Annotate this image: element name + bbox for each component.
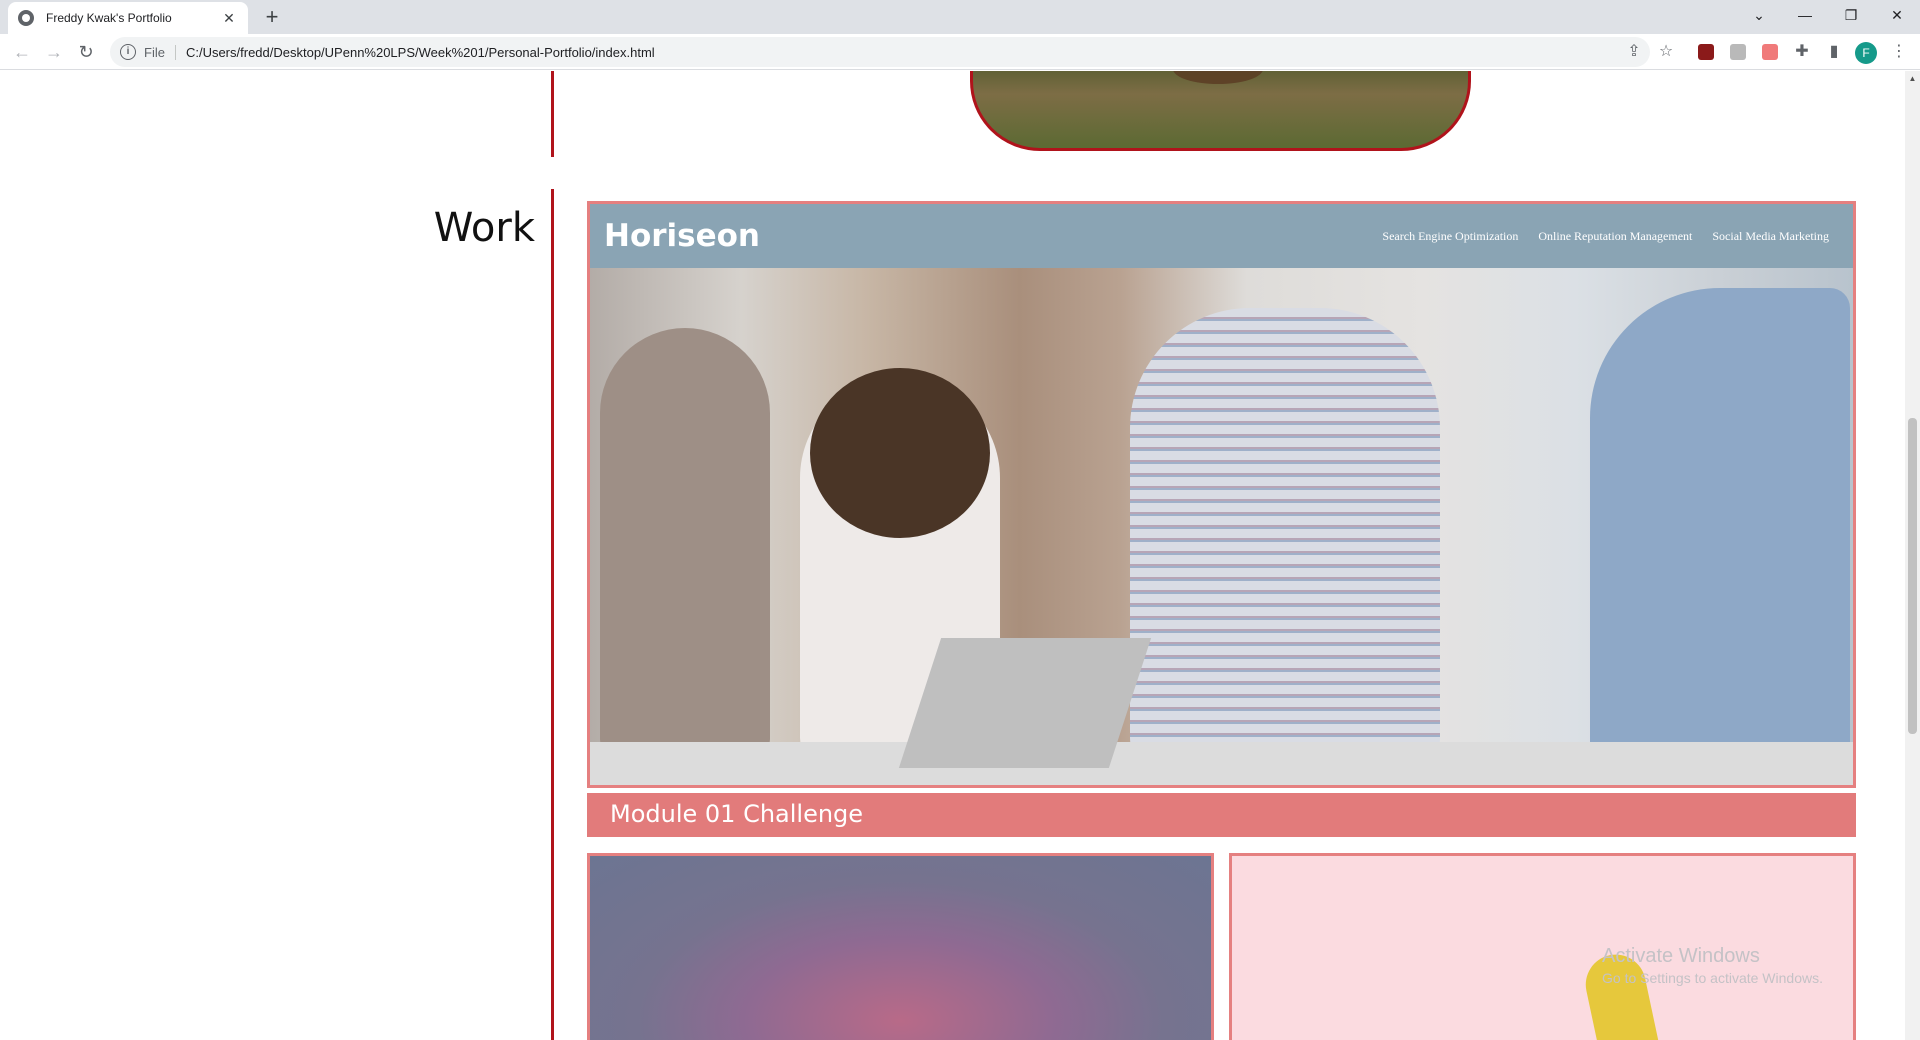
horiseon-hero-image [590, 268, 1853, 785]
scrollbar-thumb[interactable] [1908, 418, 1917, 734]
forward-icon[interactable]: → [40, 38, 68, 66]
profile-avatar[interactable]: F [1855, 42, 1877, 64]
minimize-button[interactable]: — [1782, 0, 1828, 30]
horiseon-logo: Horiseon [604, 218, 760, 254]
horiseon-nav-item: Search Engine Optimization [1382, 229, 1519, 243]
project-caption-text: Module 01 Challenge [610, 800, 864, 828]
menu-icon[interactable]: ⋮ [1885, 38, 1913, 66]
activate-title: Activate Windows [1602, 945, 1760, 967]
work-heading: Work [433, 205, 535, 251]
globe-icon [18, 10, 34, 26]
back-icon[interactable]: ← [8, 38, 36, 66]
browser-toolbar: ← → ↻ i File C:/Users/fredd/Desktop/UPen… [0, 34, 1920, 70]
reload-icon[interactable]: ↻ [72, 38, 100, 66]
activate-windows-watermark: Activate Windows Go to Settings to activ… [1602, 945, 1823, 986]
ublock-extension-icon[interactable] [1698, 44, 1714, 60]
tab-bar: Freddy Kwak's Portfolio ✕ + ⌄ — ❐ ✕ [0, 0, 1920, 34]
section-divider [551, 189, 554, 1040]
horiseon-nav-item: Social Media Marketing [1712, 229, 1829, 243]
close-tab-icon[interactable]: ✕ [220, 10, 238, 27]
activate-subtitle: Go to Settings to activate Windows. [1602, 970, 1823, 986]
horiseon-header: Horiseon Search Engine Optimization Onli… [590, 204, 1853, 268]
horiseon-nav-item: Online Reputation Management [1538, 229, 1693, 243]
tab-title: Freddy Kwak's Portfolio [46, 11, 172, 25]
project-card-sky[interactable] [587, 853, 1214, 1040]
scheme-label: File [144, 44, 176, 60]
info-icon[interactable]: i [120, 44, 136, 60]
tab-search-button[interactable]: ⌄ [1736, 0, 1782, 30]
share-icon[interactable]: ⇪ [1620, 38, 1648, 66]
url-text[interactable]: C:/Users/fredd/Desktop/UPenn%20LPS/Week%… [186, 45, 655, 60]
section-divider [551, 71, 554, 157]
about-photo [970, 71, 1471, 151]
puzzle-icon[interactable]: ✚ [1788, 38, 1816, 66]
project-caption[interactable]: Module 01 Challenge [587, 793, 1856, 837]
project-card-horiseon[interactable]: Horiseon Search Engine Optimization Onli… [587, 201, 1856, 788]
page-viewport: Work Horiseon Search Engine Optimization… [0, 71, 1920, 1040]
side-panel-icon[interactable]: ▮ [1820, 38, 1848, 66]
horiseon-nav: Search Engine Optimization Online Reputa… [1382, 229, 1829, 244]
new-tab-button[interactable]: + [258, 4, 286, 32]
bookmark-star-icon[interactable]: ☆ [1652, 38, 1680, 66]
close-window-button[interactable]: ✕ [1874, 0, 1920, 30]
restore-button[interactable]: ❐ [1828, 0, 1874, 30]
scroll-up-arrow-icon[interactable]: ▲ [1905, 71, 1920, 87]
browser-tab[interactable]: Freddy Kwak's Portfolio ✕ [8, 2, 248, 34]
extension-icon[interactable] [1762, 44, 1778, 60]
address-bar[interactable]: i File C:/Users/fredd/Desktop/UPenn%20LP… [110, 37, 1650, 67]
extension-icon[interactable] [1730, 44, 1746, 60]
